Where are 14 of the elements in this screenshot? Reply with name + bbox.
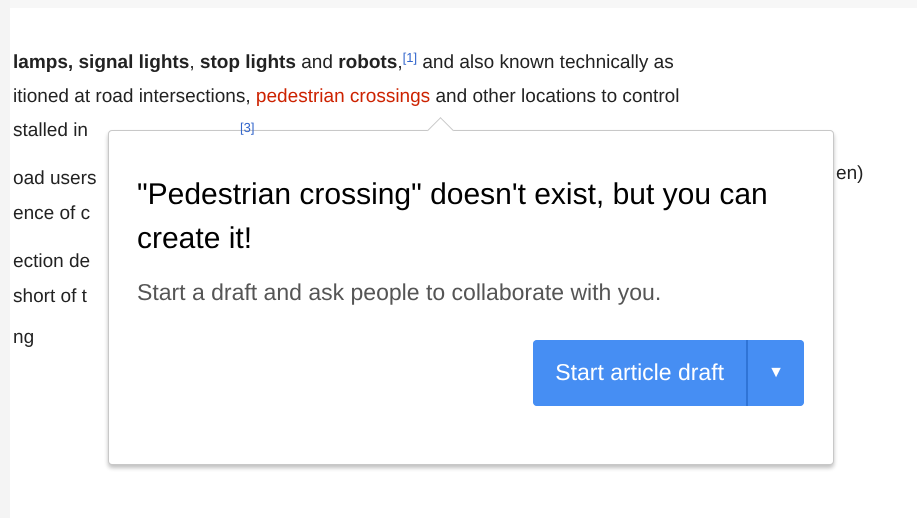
citation-link[interactable]: [3] [240, 120, 254, 135]
paragraph-text: ng [13, 327, 34, 348]
paragraph-line: lamps, signal lights, stop lights and robots,$^{[1]}$ and also known technically as [13, 48, 675, 75]
paragraph-line: itioned at road intersections, pedestrian crossings and other locations to control [13, 85, 680, 109]
paragraph-text: ection de [13, 251, 90, 272]
paragraph-text: oad users [13, 168, 96, 189]
popup-message: Start a draft and ask people to collaborate with you. [137, 278, 662, 307]
start-draft-button[interactable]: Start article draft [533, 340, 748, 406]
citation-link[interactable]: [1] [402, 50, 418, 64]
paragraph-text: ence of c [13, 203, 90, 224]
missing-article-link[interactable]: pedestrian crossings [256, 86, 430, 107]
paragraph-text: en) [836, 162, 864, 186]
paragraph-text: short of t [13, 286, 87, 307]
popup-title: "Pedestrian crossing" doesn't exist, but you can create it! [137, 177, 769, 257]
